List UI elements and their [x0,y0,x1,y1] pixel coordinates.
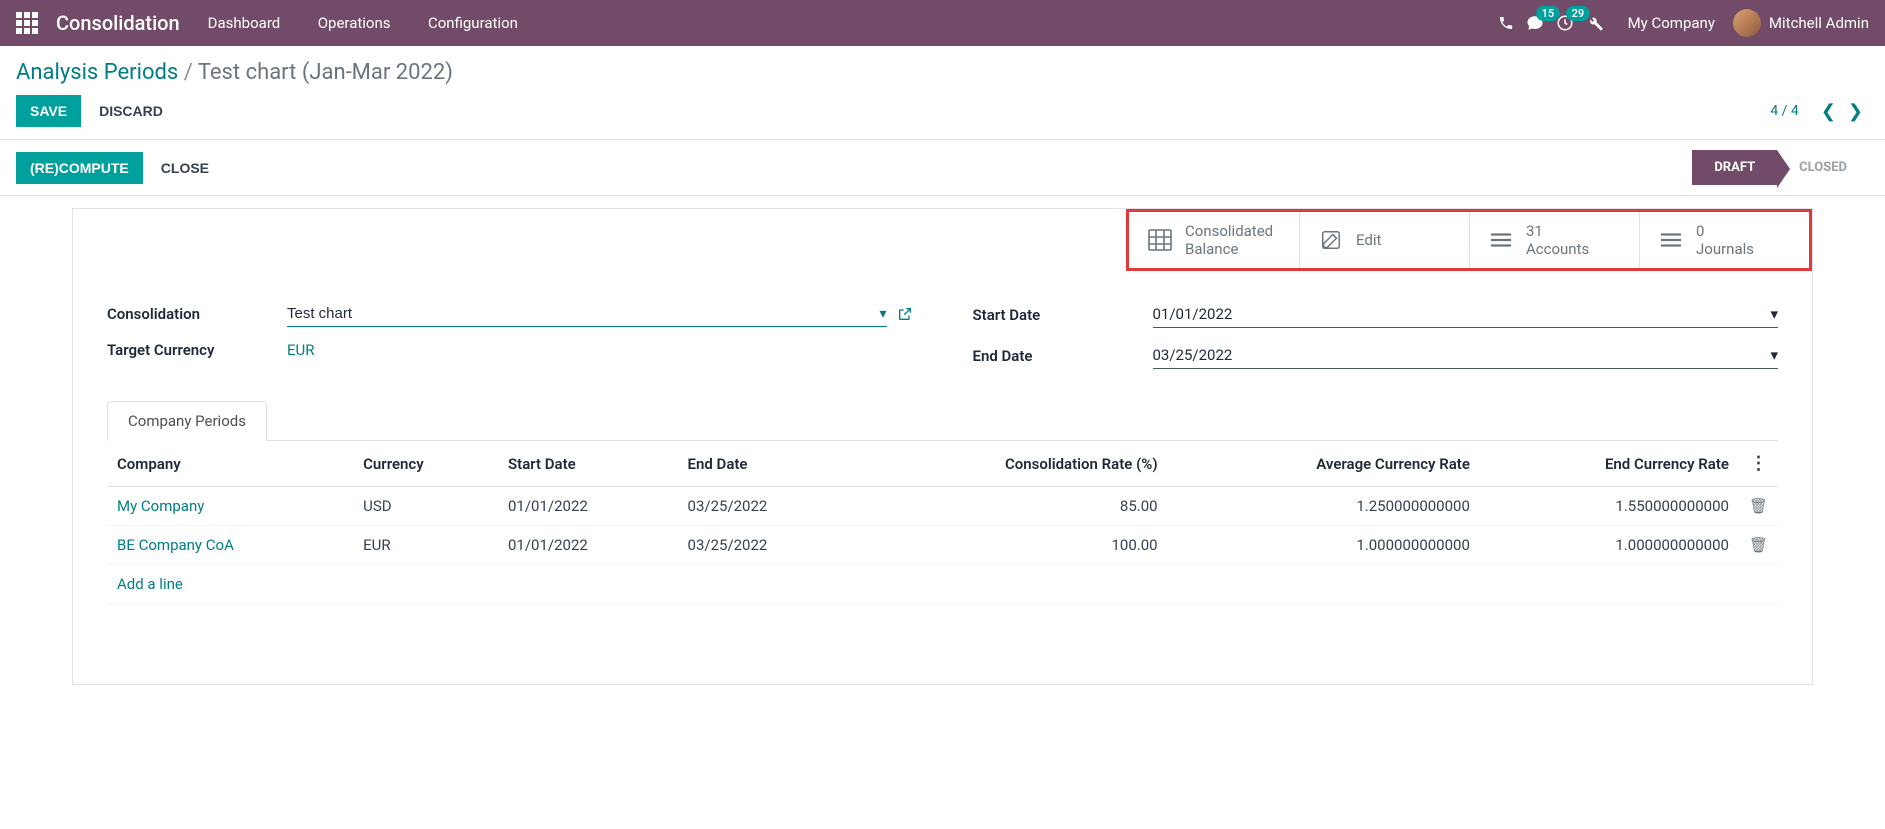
consolidation-label: Consolidation [107,305,287,323]
caret-down-icon[interactable]: ▾ [879,306,886,322]
status-closed[interactable]: CLOSED [1777,150,1869,185]
trash-icon[interactable]: 🗑 [1749,497,1768,515]
tools-icon[interactable] [1586,14,1604,32]
target-currency-label: Target Currency [107,341,287,359]
status-draft[interactable]: DRAFT [1692,150,1777,185]
apps-icon[interactable] [16,12,38,34]
end-date-input[interactable]: 03/25/2022 ▾ [1153,342,1779,369]
pager-value[interactable]: 4 / 4 [1770,103,1798,119]
th-endc[interactable]: End Currency Rate [1480,441,1739,487]
stat-journals[interactable]: 0 Journals [1639,212,1809,268]
start-date-label: Start Date [973,306,1153,324]
external-link-icon[interactable] [897,306,913,322]
th-start[interactable]: Start Date [498,441,678,487]
th-avg[interactable]: Average Currency Rate [1168,441,1480,487]
add-line-button[interactable]: Add a line [107,565,1778,604]
table-row[interactable]: My Company USD 01/01/2022 03/25/2022 85.… [107,487,1778,526]
list-icon [1658,227,1684,253]
stat-edit[interactable]: Edit [1299,212,1469,268]
app-brand[interactable]: Consolidation [56,11,180,35]
breadcrumb-current: Test chart (Jan-Mar 2022) [198,60,453,85]
recompute-button[interactable]: (RE)COMPUTE [16,152,143,184]
menu-configuration[interactable]: Configuration [428,14,518,32]
consolidation-field[interactable]: ▾ [287,301,887,327]
main-menu: Dashboard Operations Configuration [208,14,552,32]
status-arrows: DRAFT CLOSED [1692,150,1869,185]
caret-down-icon[interactable]: ▾ [1770,305,1778,323]
edit-icon [1318,227,1344,253]
tab-company-periods[interactable]: Company Periods [107,401,267,441]
avatar [1733,9,1761,37]
th-company[interactable]: Company [107,441,353,487]
end-date-label: End Date [973,347,1153,365]
th-rate[interactable]: Consolidation Rate (%) [857,441,1168,487]
actions-row: SAVE DISCARD 4 / 4 ❮ ❯ [0,85,1885,140]
pager-next-icon[interactable]: ❯ [1842,97,1869,126]
breadcrumb: Analysis Periods / Test chart (Jan-Mar 2… [16,60,1869,85]
company-selector[interactable]: My Company [1628,14,1715,32]
user-menu[interactable]: Mitchell Admin [1733,9,1869,37]
stat-consolidated-balance[interactable]: Consolidated Balance [1129,212,1299,268]
form-sheet: Consolidated Balance Edit 31 [72,208,1813,685]
pager: 4 / 4 ❮ ❯ [1770,97,1869,126]
stat-accounts[interactable]: 31 Accounts [1469,212,1639,268]
company-periods-table: Company Currency Start Date End Date Con… [107,441,1778,604]
messages-icon[interactable]: 15 [1526,14,1544,32]
activities-icon[interactable]: 29 [1556,14,1574,32]
pager-prev-icon[interactable]: ❮ [1815,97,1842,126]
table-row[interactable]: BE Company CoA EUR 01/01/2022 03/25/2022… [107,526,1778,565]
table-icon [1147,227,1173,253]
save-button[interactable]: SAVE [16,95,81,127]
menu-operations[interactable]: Operations [318,14,391,32]
consolidation-input[interactable] [287,305,875,322]
caret-down-icon[interactable]: ▾ [1770,346,1778,364]
trash-icon[interactable]: 🗑 [1749,536,1768,554]
status-row: (RE)COMPUTE CLOSE DRAFT CLOSED [0,140,1885,196]
th-currency[interactable]: Currency [353,441,498,487]
user-name: Mitchell Admin [1769,14,1869,32]
breadcrumb-parent[interactable]: Analysis Periods [16,60,178,85]
top-nav: Consolidation Dashboard Operations Confi… [0,0,1885,46]
target-currency-value: EUR [287,341,315,359]
menu-dashboard[interactable]: Dashboard [208,14,281,32]
th-end[interactable]: End Date [678,441,858,487]
list-icon [1488,227,1514,253]
discard-button[interactable]: DISCARD [99,103,163,119]
stat-buttons-highlighted: Consolidated Balance Edit 31 [1126,209,1812,271]
column-options-icon[interactable]: ⋮ [1749,453,1767,474]
start-date-input[interactable]: 01/01/2022 ▾ [1153,301,1779,328]
phone-icon[interactable] [1498,15,1514,31]
close-button[interactable]: CLOSE [161,160,209,176]
